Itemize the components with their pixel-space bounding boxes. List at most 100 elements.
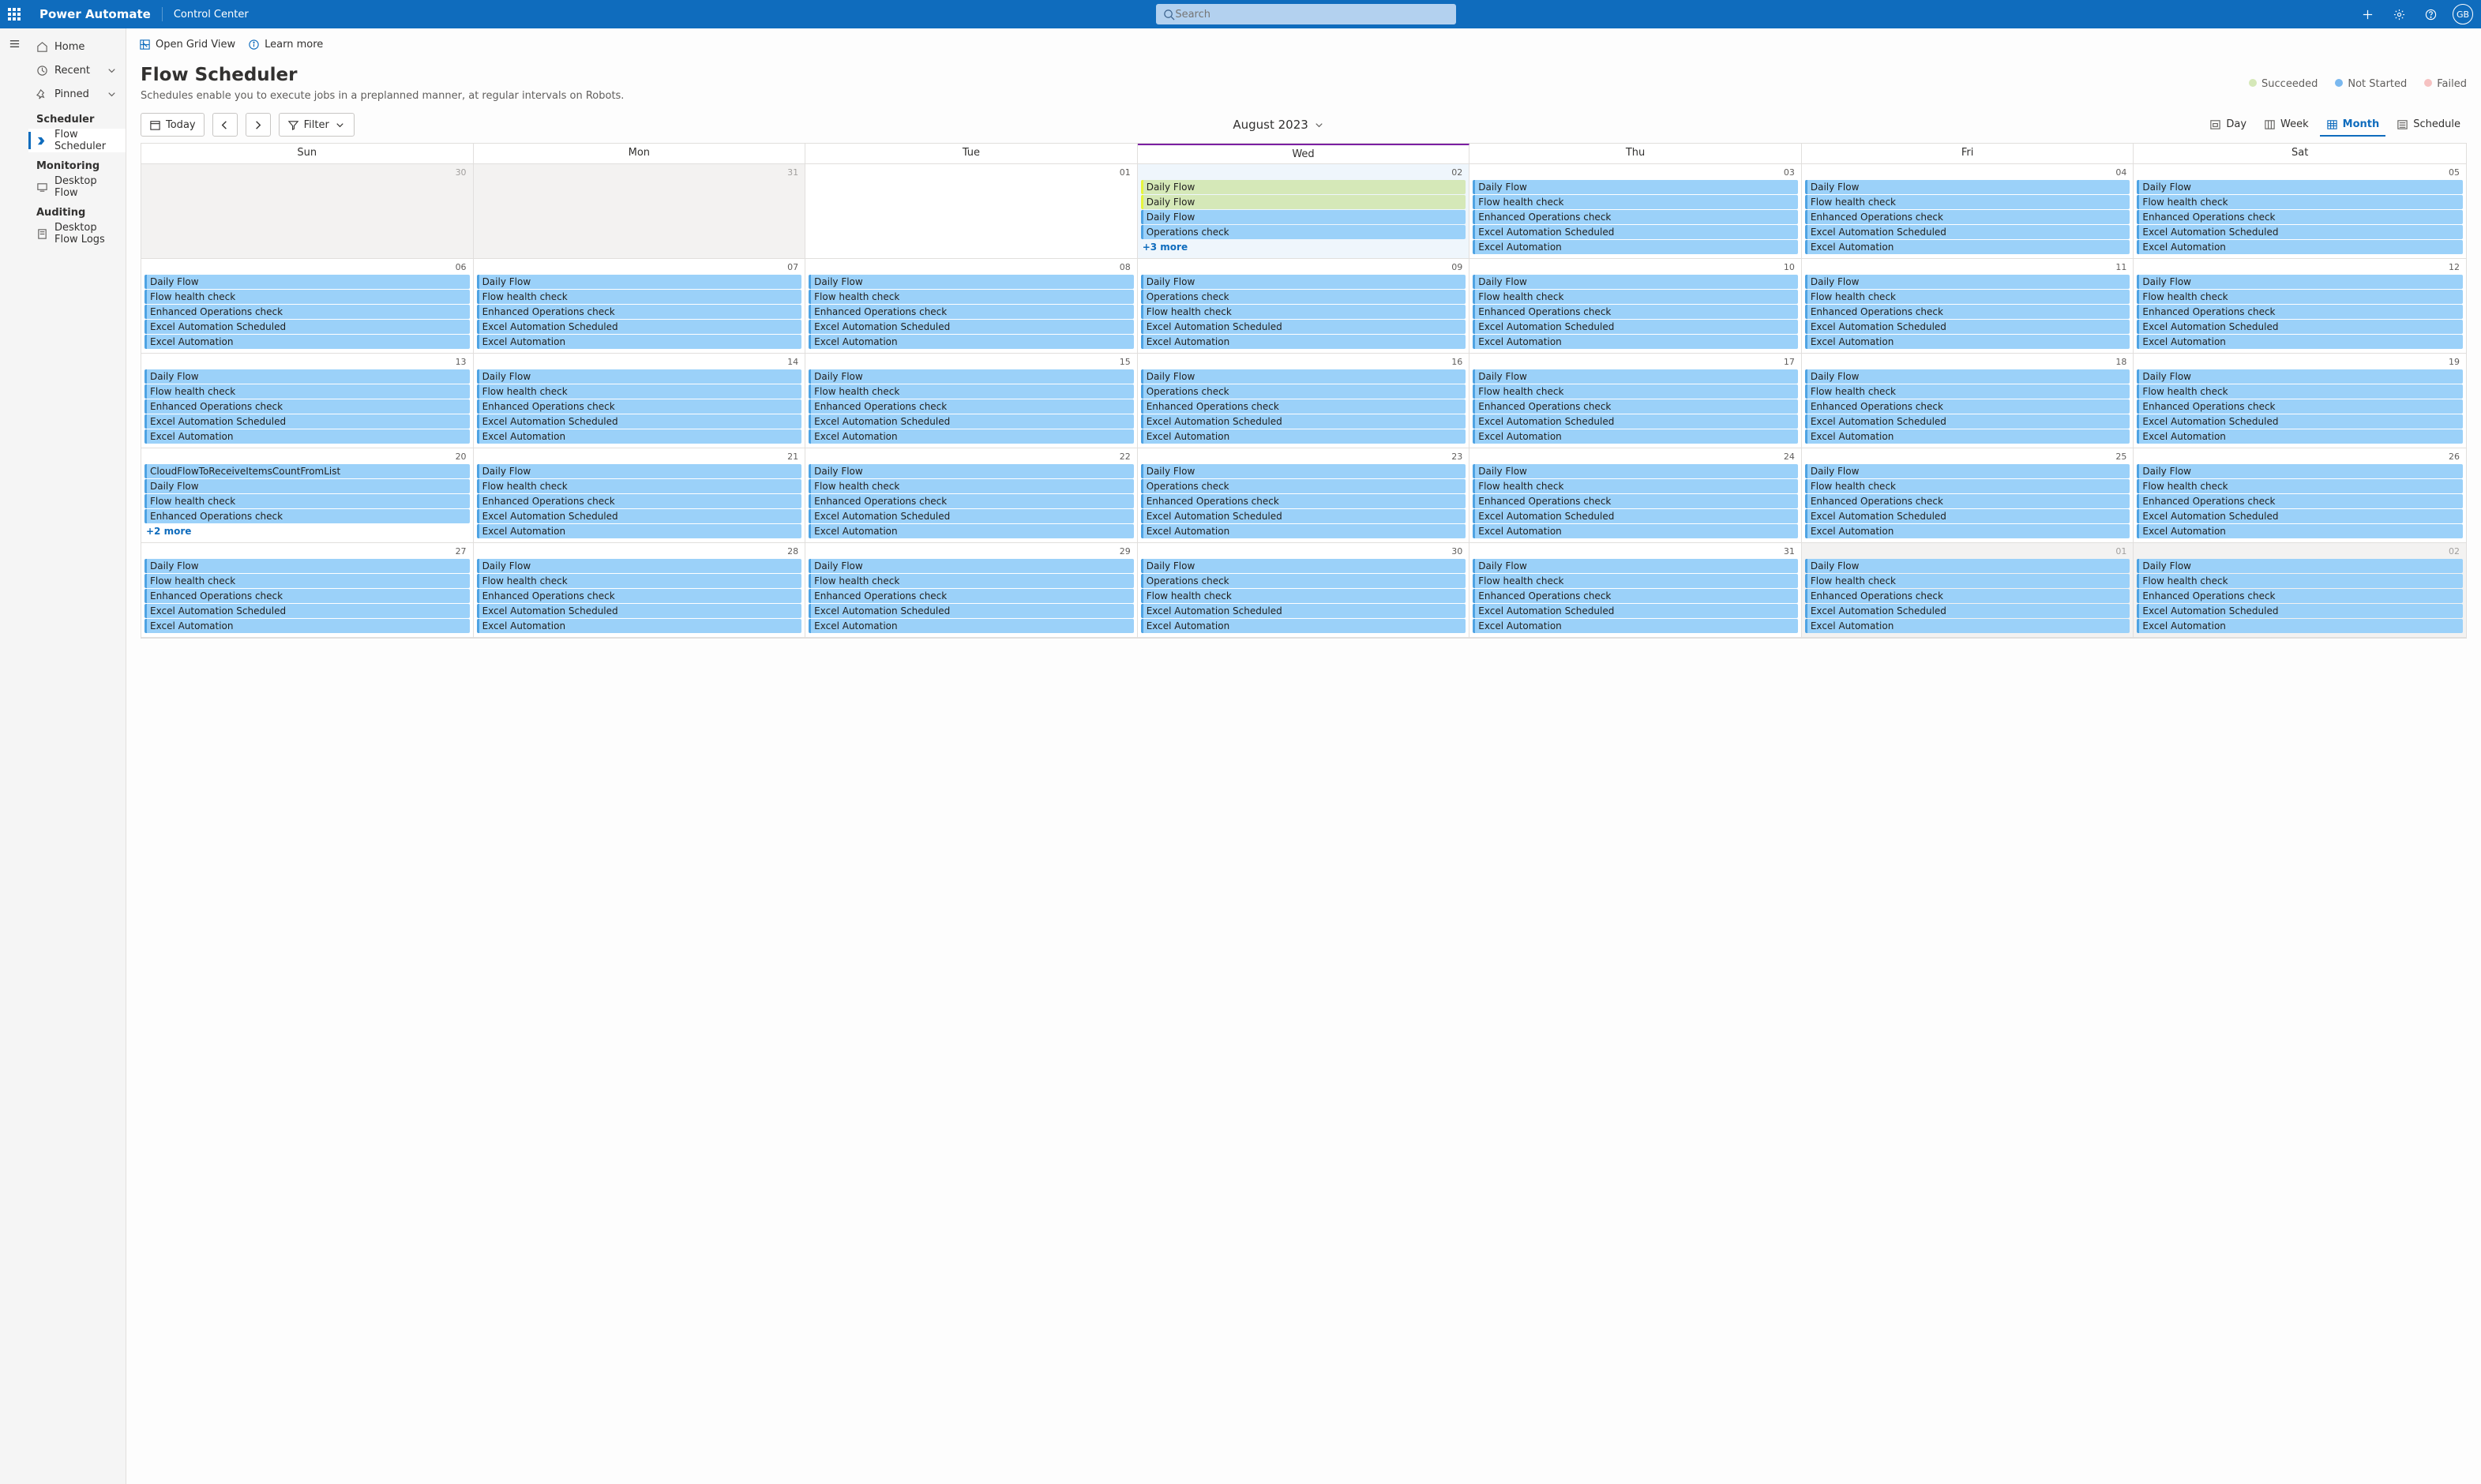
calendar-event[interactable]: Operations check: [1141, 574, 1466, 588]
calendar-event[interactable]: Flow health check: [809, 384, 1134, 399]
search-box[interactable]: [1156, 4, 1456, 24]
calendar-event[interactable]: Flow health check: [1805, 195, 2130, 209]
calendar-cell[interactable]: 13Daily FlowFlow health checkEnhanced Op…: [141, 354, 474, 448]
calendar-event[interactable]: Excel Automation: [1141, 619, 1466, 633]
calendar-event[interactable]: Excel Automation Scheduled: [1473, 225, 1798, 239]
calendar-event[interactable]: Excel Automation: [2137, 335, 2463, 349]
calendar-event[interactable]: Enhanced Operations check: [1141, 399, 1466, 414]
calendar-event[interactable]: Excel Automation Scheduled: [1805, 225, 2130, 239]
calendar-event[interactable]: Excel Automation: [809, 429, 1134, 444]
learn-more-button[interactable]: Learn more: [248, 39, 323, 51]
calendar-event[interactable]: Excel Automation Scheduled: [1141, 414, 1466, 429]
calendar-event[interactable]: Flow health check: [145, 494, 470, 508]
calendar-event[interactable]: Daily Flow: [1473, 559, 1798, 573]
new-button[interactable]: [2353, 0, 2382, 28]
calendar-event[interactable]: Excel Automation Scheduled: [1473, 320, 1798, 334]
calendar-event[interactable]: Excel Automation: [1473, 524, 1798, 538]
calendar-event[interactable]: Excel Automation: [477, 335, 802, 349]
calendar-event[interactable]: Excel Automation: [477, 619, 802, 633]
calendar-event[interactable]: Enhanced Operations check: [1473, 589, 1798, 603]
calendar-cell[interactable]: 11Daily FlowFlow health checkEnhanced Op…: [1802, 259, 2134, 354]
calendar-event[interactable]: Flow health check: [809, 290, 1134, 304]
calendar-event[interactable]: Flow health check: [2137, 479, 2463, 493]
calendar-event[interactable]: Enhanced Operations check: [809, 399, 1134, 414]
calendar-event[interactable]: Excel Automation Scheduled: [1805, 604, 2130, 618]
calendar-cell[interactable]: 12Daily FlowFlow health checkEnhanced Op…: [2134, 259, 2466, 354]
calendar-event[interactable]: Enhanced Operations check: [2137, 210, 2463, 224]
calendar-event[interactable]: Flow health check: [1473, 479, 1798, 493]
calendar-event[interactable]: Enhanced Operations check: [1805, 589, 2130, 603]
calendar-event[interactable]: Daily Flow: [809, 464, 1134, 478]
calendar-event[interactable]: Excel Automation: [145, 335, 470, 349]
calendar-event[interactable]: Enhanced Operations check: [1805, 305, 2130, 319]
calendar-event[interactable]: Daily Flow: [809, 275, 1134, 289]
calendar-cell[interactable]: 06Daily FlowFlow health checkEnhanced Op…: [141, 259, 474, 354]
calendar-event[interactable]: Flow health check: [1805, 479, 2130, 493]
calendar-event[interactable]: Flow health check: [145, 384, 470, 399]
sidebar-item-desktop-flow[interactable]: Desktop Flow: [28, 175, 126, 199]
calendar-event[interactable]: Enhanced Operations check: [477, 589, 802, 603]
filter-button[interactable]: Filter: [279, 113, 355, 137]
calendar-cell[interactable]: 02Daily FlowDaily FlowDaily FlowOperatio…: [1138, 164, 1470, 259]
calendar-event[interactable]: Daily Flow: [1141, 275, 1466, 289]
calendar-cell[interactable]: 30Daily FlowOperations checkFlow health …: [1138, 543, 1470, 638]
calendar-event[interactable]: Daily Flow: [1805, 275, 2130, 289]
calendar-event[interactable]: Excel Automation: [1805, 429, 2130, 444]
calendar-cell[interactable]: 01Daily FlowFlow health checkEnhanced Op…: [1802, 543, 2134, 638]
calendar-event[interactable]: Flow health check: [2137, 195, 2463, 209]
calendar-event[interactable]: Operations check: [1141, 479, 1466, 493]
calendar-cell[interactable]: 04Daily FlowFlow health checkEnhanced Op…: [1802, 164, 2134, 259]
calendar-cell[interactable]: 03Daily FlowFlow health checkEnhanced Op…: [1469, 164, 1802, 259]
calendar-event[interactable]: Excel Automation: [1141, 429, 1466, 444]
calendar-event[interactable]: Flow health check: [145, 290, 470, 304]
calendar-cell[interactable]: 22Daily FlowFlow health checkEnhanced Op…: [805, 448, 1138, 543]
calendar-event[interactable]: Excel Automation: [2137, 240, 2463, 254]
calendar-event[interactable]: CloudFlowToReceiveItemsCountFromList: [145, 464, 470, 478]
sidebar-item-desktop-flow-logs[interactable]: Desktop Flow Logs: [28, 222, 126, 245]
calendar-event[interactable]: Enhanced Operations check: [1805, 399, 2130, 414]
calendar-event[interactable]: Excel Automation Scheduled: [1141, 509, 1466, 523]
calendar-event[interactable]: Excel Automation: [2137, 524, 2463, 538]
calendar-event[interactable]: Flow health check: [2137, 574, 2463, 588]
tab-week[interactable]: Week: [2258, 113, 2315, 137]
calendar-event[interactable]: Flow health check: [477, 479, 802, 493]
calendar-cell[interactable]: 29Daily FlowFlow health checkEnhanced Op…: [805, 543, 1138, 638]
calendar-event[interactable]: Excel Automation: [1473, 335, 1798, 349]
calendar-event[interactable]: Flow health check: [1473, 290, 1798, 304]
tab-month[interactable]: Month: [2320, 113, 2386, 137]
calendar-cell[interactable]: 19Daily FlowFlow health checkEnhanced Op…: [2134, 354, 2466, 448]
calendar-event[interactable]: Enhanced Operations check: [1473, 305, 1798, 319]
calendar-cell[interactable]: 27Daily FlowFlow health checkEnhanced Op…: [141, 543, 474, 638]
calendar-event[interactable]: Excel Automation Scheduled: [1141, 604, 1466, 618]
calendar-event[interactable]: Excel Automation: [1141, 524, 1466, 538]
calendar-event[interactable]: Excel Automation Scheduled: [477, 509, 802, 523]
calendar-event[interactable]: Flow health check: [2137, 384, 2463, 399]
calendar-event[interactable]: Enhanced Operations check: [145, 399, 470, 414]
calendar-event[interactable]: Excel Automation: [809, 619, 1134, 633]
calendar-event[interactable]: Flow health check: [1805, 384, 2130, 399]
calendar-event[interactable]: Excel Automation Scheduled: [1805, 509, 2130, 523]
calendar-event[interactable]: Excel Automation: [477, 524, 802, 538]
calendar-event[interactable]: Daily Flow: [1141, 464, 1466, 478]
calendar-cell[interactable]: 26Daily FlowFlow health checkEnhanced Op…: [2134, 448, 2466, 543]
calendar-event[interactable]: Excel Automation: [809, 524, 1134, 538]
calendar-event[interactable]: Excel Automation: [1805, 335, 2130, 349]
calendar-event[interactable]: Excel Automation Scheduled: [809, 604, 1134, 618]
calendar-event[interactable]: Excel Automation Scheduled: [477, 604, 802, 618]
calendar-event[interactable]: Operations check: [1141, 384, 1466, 399]
calendar-event[interactable]: Flow health check: [1473, 384, 1798, 399]
calendar-event[interactable]: Daily Flow: [1141, 180, 1466, 194]
hamburger-icon[interactable]: [9, 38, 21, 50]
calendar-cell[interactable]: 01: [805, 164, 1138, 259]
calendar-event[interactable]: Enhanced Operations check: [145, 305, 470, 319]
calendar-event[interactable]: Excel Automation: [1473, 619, 1798, 633]
calendar-event[interactable]: Flow health check: [477, 384, 802, 399]
calendar-event[interactable]: Daily Flow: [1141, 210, 1466, 224]
calendar-cell[interactable]: 14Daily FlowFlow health checkEnhanced Op…: [474, 354, 806, 448]
calendar-event[interactable]: Enhanced Operations check: [2137, 494, 2463, 508]
today-button[interactable]: Today: [141, 113, 205, 137]
calendar-event[interactable]: Flow health check: [477, 574, 802, 588]
calendar-event[interactable]: Enhanced Operations check: [145, 589, 470, 603]
calendar-event[interactable]: Excel Automation Scheduled: [2137, 320, 2463, 334]
prev-button[interactable]: [212, 113, 238, 137]
